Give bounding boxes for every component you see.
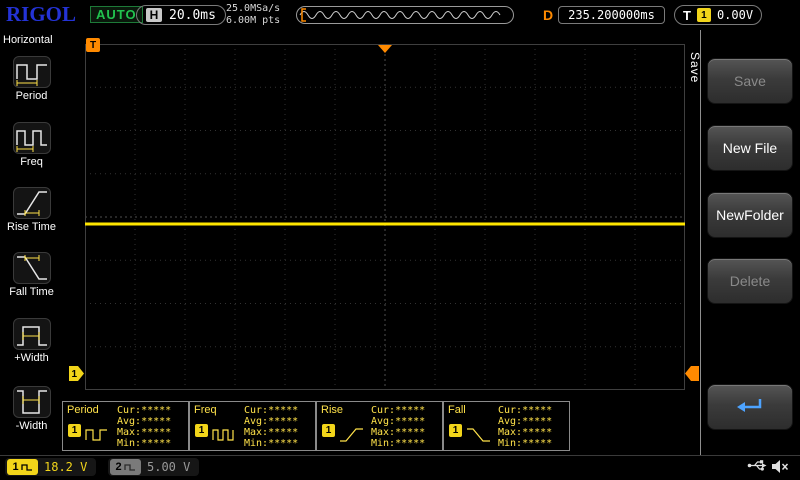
grid: [84, 43, 686, 391]
measurement-name: Period: [67, 404, 99, 416]
channel-badge: 1: [68, 424, 81, 437]
sidebar-item-period[interactable]: Period: [0, 56, 63, 102]
graticule-display: [84, 43, 686, 391]
plus-width-icon: [12, 318, 51, 350]
sidebar-item-label: Fall Time: [9, 286, 54, 298]
sidebar-item-label: Freq: [20, 156, 43, 168]
waveform-position-strip: [296, 6, 514, 24]
menu-tab-save: Save: [688, 52, 702, 84]
measurement-values: Cur:***** Avg:***** Max:***** Min:*****: [117, 405, 172, 449]
channel-badge: 1: [449, 424, 462, 437]
rise-time-icon: [12, 187, 51, 219]
sidebar-title: Horizontal: [3, 34, 53, 46]
trigger-position-marker: [378, 45, 392, 53]
measurement-name: Freq: [194, 404, 217, 416]
minus-width-icon: [12, 386, 51, 418]
rigol-logo: RIGOL: [6, 2, 77, 26]
timebase-value: 20.0ms: [169, 7, 216, 23]
channel1-status[interactable]: 1 18.2 V: [5, 458, 97, 476]
svg-text:1: 1: [72, 369, 78, 380]
channel2-badge: 2: [110, 459, 141, 475]
delay-value: 235.200000ms: [558, 6, 665, 24]
sidebar-item-label: Period: [15, 90, 48, 102]
measurement-values: Cur:***** Avg:***** Max:***** Min:*****: [244, 405, 299, 449]
measurement-name: Fall: [448, 404, 466, 416]
menu-button-save[interactable]: Save: [707, 58, 793, 104]
trigger-level-marker: [685, 366, 699, 386]
sidebar-item-minus-width[interactable]: -Width: [0, 386, 63, 432]
trigger-label: T: [683, 7, 691, 23]
channel1-scale: 18.2 V: [44, 460, 88, 474]
trigger-channel-badge: 1: [696, 8, 711, 22]
h-label: H: [146, 8, 162, 22]
usb-icon: [747, 459, 767, 477]
speaker-muted-icon: [771, 459, 790, 479]
oscilloscope-screen: RIGOL AUTO H 20.0ms 25.0MSa/s 6.00M pts …: [0, 0, 800, 480]
memory-depth: 6.00M pts: [226, 15, 281, 26]
delay-label: D: [543, 7, 554, 23]
period-wave-icon: [85, 426, 111, 449]
sidebar-item-label: Rise Time: [7, 221, 56, 233]
freq-wave-icon: [212, 426, 238, 449]
sidebar-item-fall-time[interactable]: Fall Time: [0, 252, 63, 298]
trigger-readout[interactable]: T 1 0.00V: [674, 5, 763, 25]
horizontal-timebase-readout[interactable]: H 20.0ms: [136, 5, 226, 25]
measurement-box-fall[interactable]: Fall 1 Cur:***** Avg:***** Max:***** Min…: [443, 401, 570, 451]
period-icon: [12, 56, 51, 88]
measurement-values: Cur:***** Avg:***** Max:***** Min:*****: [498, 405, 553, 449]
measurement-values: Cur:***** Avg:***** Max:***** Min:*****: [371, 405, 426, 449]
trigger-level-value: 0.00V: [716, 8, 754, 22]
sample-rate: 25.0MSa/s: [226, 3, 281, 14]
delayed-sweep-marker: T: [86, 38, 100, 52]
freq-icon: [12, 122, 51, 154]
menu-button-back[interactable]: [707, 384, 793, 430]
measurement-name: Rise: [321, 404, 344, 416]
fall-time-icon: [12, 252, 51, 284]
menu-button-new-folder[interactable]: NewFolder: [707, 192, 793, 238]
channel2-status[interactable]: 2 5.00 V: [108, 458, 200, 476]
return-arrow-icon: [737, 399, 762, 412]
channel1-badge: 1: [7, 459, 38, 475]
sidebar-item-label: +Width: [14, 352, 49, 364]
menu-button-delete[interactable]: Delete: [707, 258, 793, 304]
window-bracket-icon: [301, 8, 306, 22]
strip-waveform-icon: [299, 8, 501, 22]
channel1-ground-marker: 1: [69, 366, 85, 386]
menu-button-new-file[interactable]: New File: [707, 125, 793, 171]
sidebar-item-label: -Width: [15, 420, 48, 432]
sidebar-item-freq[interactable]: Freq: [0, 122, 63, 168]
delay-readout: D 235.200000ms: [543, 5, 665, 25]
acquisition-info: 25.0MSa/s 6.00M pts: [226, 3, 280, 27]
measurement-box-period[interactable]: Period 1 Cur:***** Avg:***** Max:***** M…: [62, 401, 189, 451]
sidebar-item-plus-width[interactable]: +Width: [0, 318, 63, 364]
sidebar-item-rise-time[interactable]: Rise Time: [0, 187, 63, 233]
run-status-badge: AUTO: [90, 6, 143, 23]
fall-edge-icon: [466, 426, 492, 449]
rise-edge-icon: [339, 426, 365, 449]
channel-badge: 1: [322, 424, 335, 437]
channel2-scale: 5.00 V: [147, 460, 191, 474]
square-wave-icon: [20, 463, 32, 471]
square-wave-icon: [123, 463, 135, 471]
measurement-box-rise[interactable]: Rise 1 Cur:***** Avg:***** Max:***** Min…: [316, 401, 443, 451]
measurement-box-freq[interactable]: Freq 1 Cur:***** Avg:***** Max:***** Min…: [189, 401, 316, 451]
channel-badge: 1: [195, 424, 208, 437]
